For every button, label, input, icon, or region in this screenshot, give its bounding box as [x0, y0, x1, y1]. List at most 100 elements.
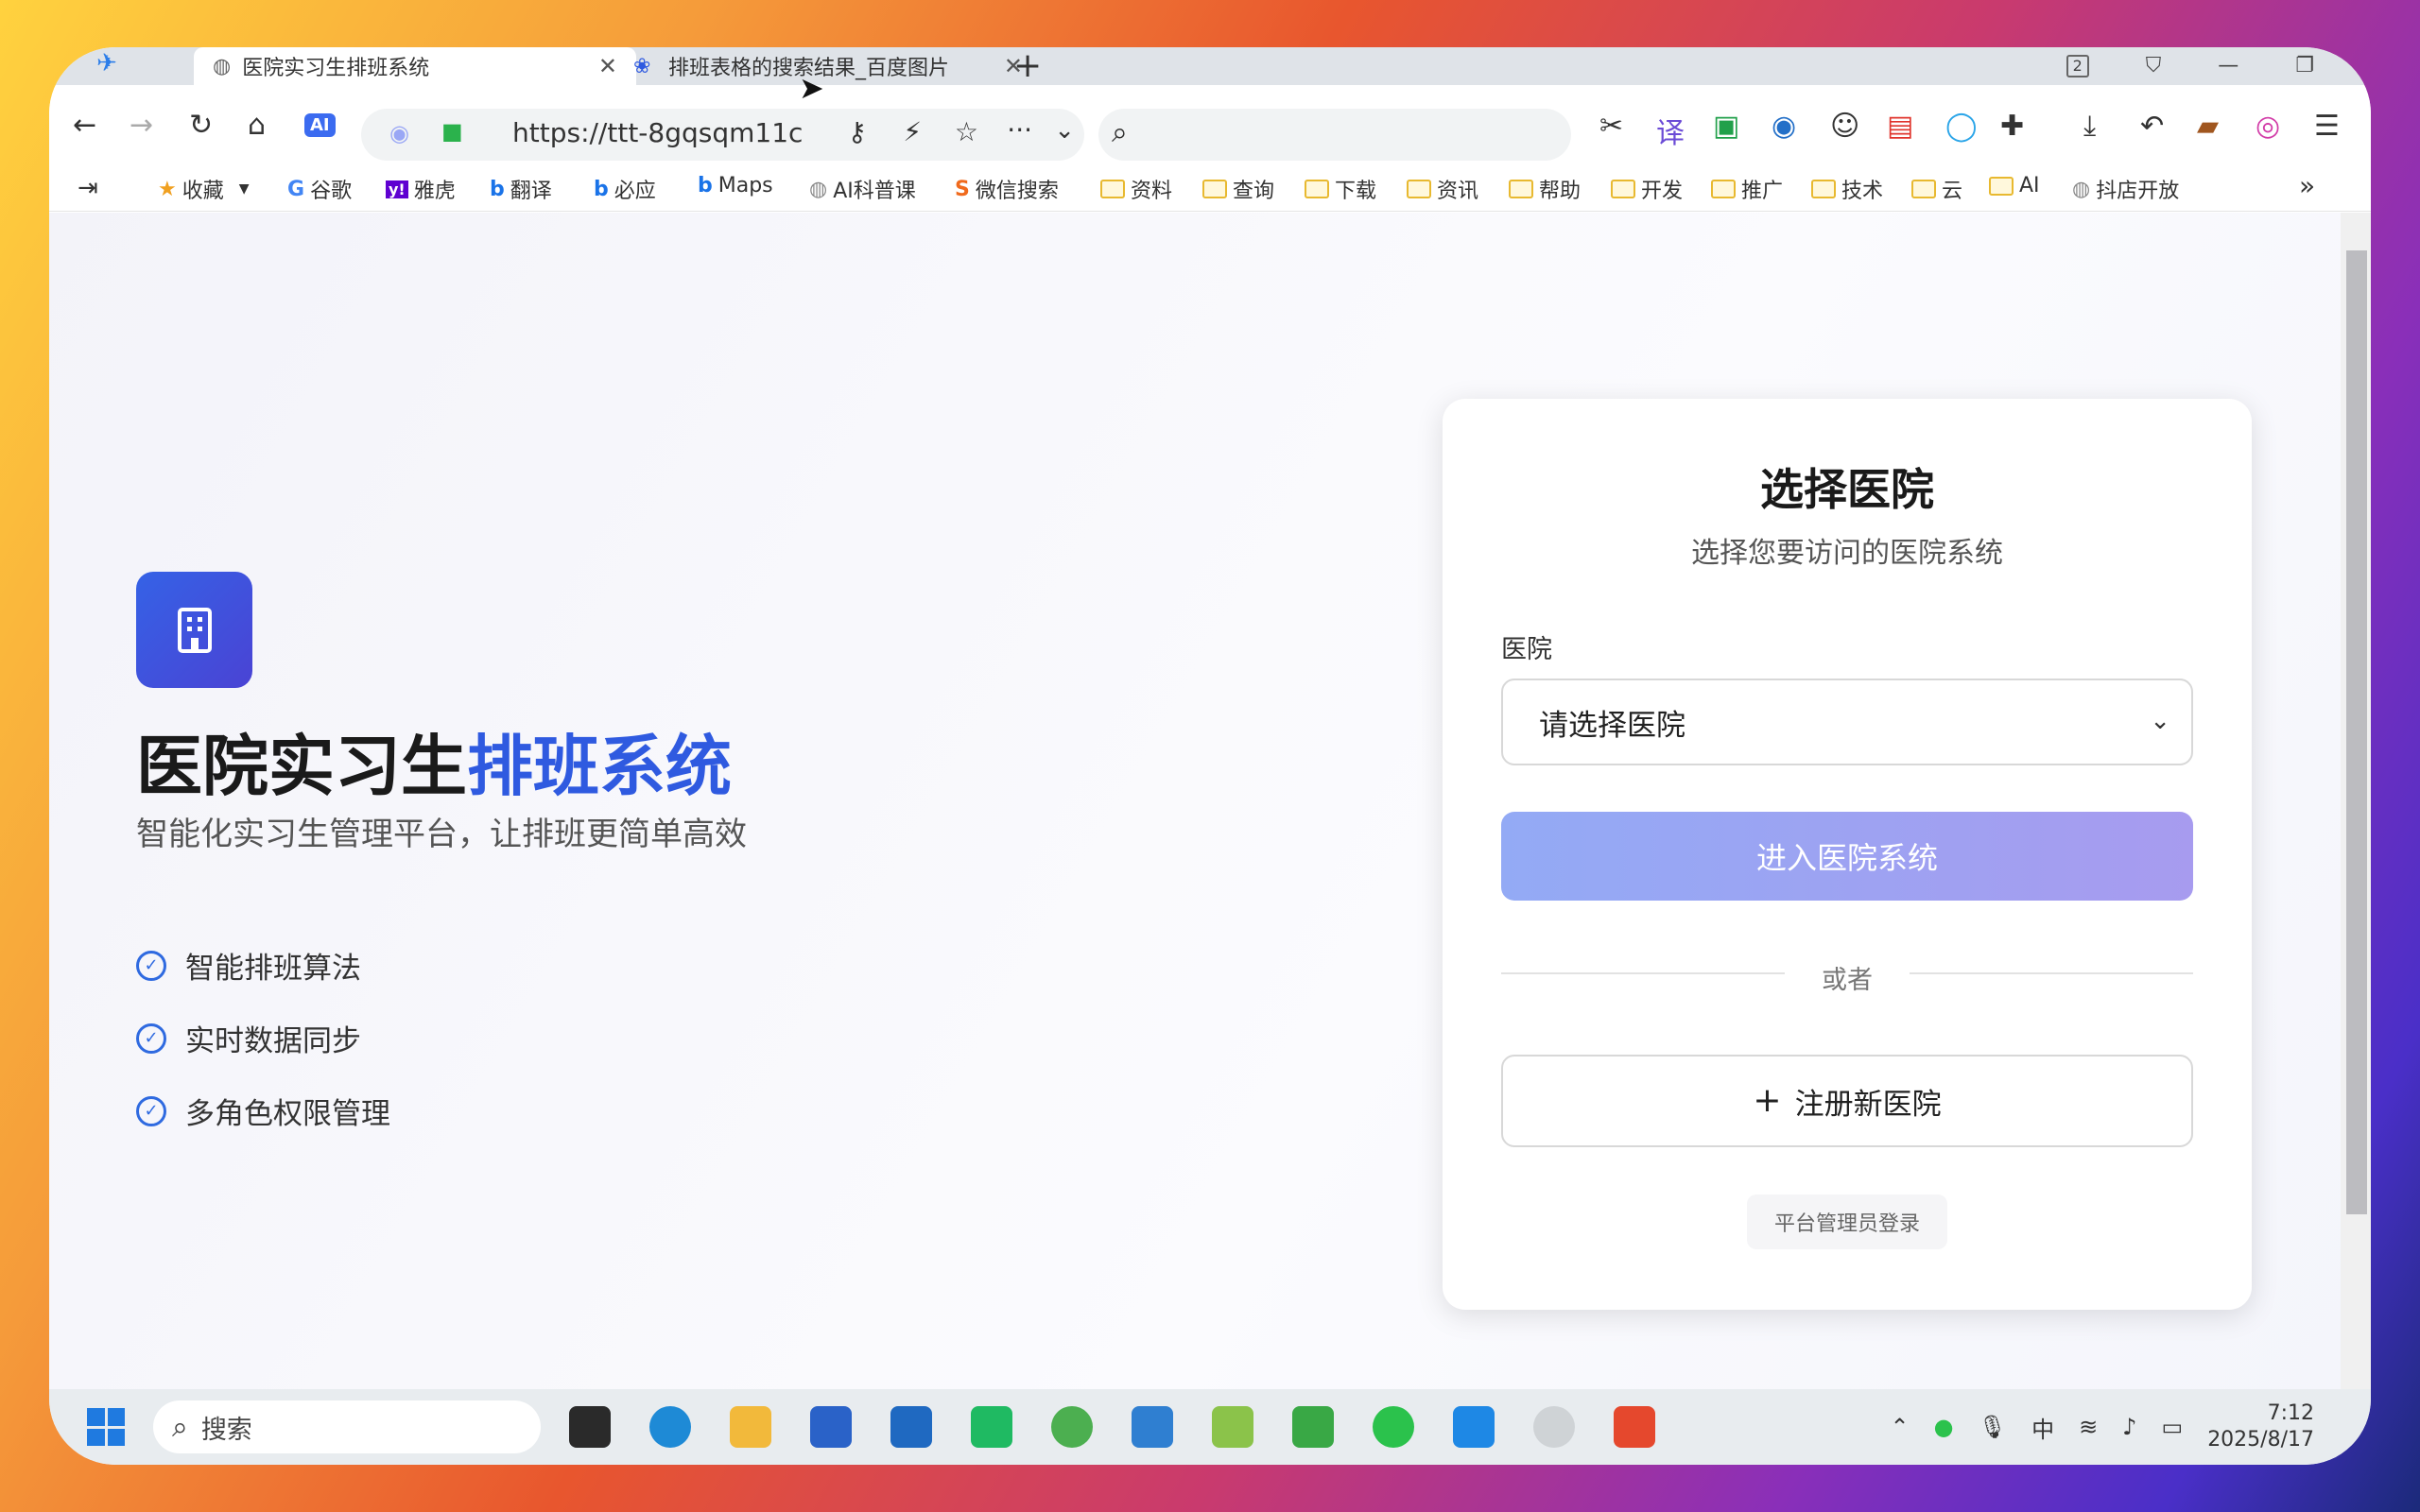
telegram-icon[interactable]: ✈ — [96, 49, 117, 77]
globe-ext-icon[interactable]: ◉ — [1772, 110, 1796, 143]
check-circle-icon: ✓ — [136, 1095, 166, 1126]
bookmark-label: 帮助 — [1539, 180, 1582, 203]
yahoo-icon: y! — [386, 180, 408, 198]
bookmark-folder[interactable]: 下载 — [1305, 174, 1376, 204]
windows-start-icon[interactable] — [87, 1408, 125, 1446]
new-tab-button[interactable]: + — [1013, 47, 1042, 85]
caret-down-icon[interactable]: ▼ — [239, 181, 250, 197]
bookmark-folder[interactable]: 推广 — [1711, 174, 1783, 204]
hospital-select[interactable]: 请选择医院 ⌄ — [1501, 679, 2193, 765]
shopping-icon[interactable] — [971, 1406, 1012, 1448]
sidebar-toggle-icon[interactable]: ⇥ — [78, 174, 98, 202]
browser-icon[interactable] — [1051, 1406, 1093, 1448]
image-ext-icon[interactable]: ▤ — [1887, 110, 1913, 143]
bookmarks-bar: ⇥ ★ 收藏 ▼ G 谷歌 y! 雅虎 b 翻译 b 必应 b Maps ◍ AI科普课 S 微信… — [49, 164, 2371, 212]
volume-icon[interactable]: ♪ — [2122, 1414, 2136, 1440]
card-subtitle: 选择您要访问的医院系统 — [1691, 537, 2003, 570]
enter-hospital-button[interactable]: 进入医院系统 — [1501, 812, 2193, 901]
wifi-icon[interactable]: ≋ — [2079, 1414, 2098, 1440]
paint-icon[interactable] — [1212, 1406, 1253, 1448]
bookmark-folder[interactable]: AI — [1989, 174, 2040, 198]
check-circle-icon: ✓ — [136, 1022, 166, 1054]
edge-icon[interactable] — [649, 1406, 691, 1448]
menu-icon[interactable]: ☰ — [2314, 110, 2340, 143]
tab-active[interactable]: ◍ 医院实习生排班系统 ✕ — [194, 47, 636, 85]
ai-icon[interactable]: AI — [304, 112, 336, 137]
search-icon: ⌕ — [1112, 116, 1128, 149]
ai-ext-icon[interactable]: ◎ — [2256, 110, 2280, 143]
scrollbar-thumb[interactable] — [2346, 250, 2367, 1214]
puzzle-icon[interactable]: ✚ — [2000, 110, 2024, 143]
bookmark-item[interactable]: ★ 收藏 ▼ — [158, 174, 250, 204]
notepad-icon[interactable] — [1132, 1406, 1173, 1448]
bookmark-item[interactable]: b Maps — [698, 174, 773, 198]
url-text[interactable]: https://ttt-8gqsqm11c — [512, 117, 803, 148]
bookmark-item[interactable]: ◍ 抖店开放 — [2072, 174, 2242, 204]
scissors-icon[interactable]: ✂ — [1599, 110, 1623, 143]
file-explorer-icon[interactable] — [730, 1406, 771, 1448]
feature-label: 智能排班算法 — [185, 952, 361, 986]
assistant-icon[interactable] — [1533, 1406, 1575, 1448]
bookmark-folder[interactable]: 查询 — [1202, 174, 1274, 204]
undo-icon[interactable]: ↶ — [2140, 110, 2164, 143]
bookmark-item[interactable]: ◍ AI科普课 — [809, 174, 916, 204]
close-icon[interactable]: ✕ — [598, 53, 617, 79]
task-view-icon[interactable] — [569, 1406, 611, 1448]
robot-icon[interactable]: ☺ — [1830, 110, 1859, 143]
scrollbar[interactable] — [2341, 213, 2371, 1389]
bookmark-folder[interactable]: 资讯 — [1407, 174, 1478, 204]
bookmark-folder[interactable]: 技术 — [1811, 174, 1883, 204]
battery-icon[interactable]: ▭ — [2162, 1414, 2184, 1440]
bookmark-folder[interactable]: 云 — [1911, 174, 1962, 204]
bookmark-item[interactable]: b 必应 — [594, 174, 656, 204]
browser-window: ✈ ◍ 医院实习生排班系统 ✕ ❀ 排班表格的搜索结果_百度图片 ✕ + 2 ⛉… — [49, 47, 2371, 1465]
tab-inactive[interactable]: ❀ 排班表格的搜索结果_百度图片 ✕ — [616, 47, 1042, 85]
circle-ext-icon[interactable]: ◯ — [1945, 110, 1978, 143]
store-icon[interactable] — [810, 1406, 852, 1448]
wechat-tray-icon[interactable]: ● — [1934, 1414, 1954, 1440]
reload-icon[interactable]: ↻ — [189, 109, 213, 142]
clock[interactable]: 7:12 2025/8/17 — [2207, 1400, 2314, 1453]
bookmark-label: 开发 — [1641, 180, 1684, 203]
ime-indicator[interactable]: 中 — [2031, 1411, 2054, 1444]
bookmark-item[interactable]: y! 雅虎 — [386, 174, 456, 204]
tab-count-badge[interactable]: 2 — [2066, 55, 2089, 77]
chevron-down-icon: ⌄ — [2150, 707, 2170, 735]
search-box[interactable]: ⌕ — [1098, 109, 1571, 161]
bookmark-item[interactable]: b 翻译 — [490, 174, 552, 204]
bookmark-folder[interactable]: 开发 — [1611, 174, 1683, 204]
bookmark-folder[interactable]: 帮助 — [1509, 174, 1581, 204]
shirt-icon[interactable]: ⛉ — [2146, 47, 2162, 85]
recorder-icon[interactable] — [1614, 1406, 1655, 1448]
forward-icon[interactable]: → — [130, 109, 153, 142]
minimize-icon[interactable]: — — [2218, 47, 2238, 85]
outlook-icon[interactable] — [890, 1406, 932, 1448]
wechat-icon[interactable] — [1373, 1406, 1414, 1448]
book-icon[interactable]: ▣ — [1713, 110, 1739, 143]
more-icon[interactable]: ··· — [1007, 114, 1032, 146]
bookmark-item[interactable]: S 微信搜索 — [955, 174, 1059, 204]
camtasia-icon[interactable] — [1292, 1406, 1334, 1448]
restore-icon[interactable]: ❐ — [2295, 47, 2314, 85]
lightning-icon[interactable]: ⚡ — [903, 116, 922, 147]
chevron-up-icon[interactable]: ⌃ — [1891, 1414, 1910, 1440]
translate-icon[interactable]: 译 — [1656, 110, 1685, 151]
chevron-down-icon[interactable]: ⌄ — [1054, 116, 1075, 145]
taskbar-search[interactable]: ⌕ 搜索 — [153, 1400, 541, 1453]
card-title: 选择医院 — [1760, 464, 1934, 515]
briefcase-icon[interactable]: ▰ — [2197, 110, 2219, 143]
download-icon[interactable]: ⤓ — [2083, 110, 2096, 143]
microphone-icon[interactable]: 🎙 — [1979, 1414, 2007, 1440]
back-icon[interactable]: ← — [73, 109, 96, 142]
key-icon[interactable]: ⚷ — [847, 116, 867, 147]
bookmark-item[interactable]: G 谷歌 — [287, 174, 352, 204]
bookmark-folder[interactable]: 资料 — [1100, 174, 1172, 204]
bing-icon: b — [490, 177, 505, 201]
more-bookmarks-icon[interactable]: » — [2299, 170, 2315, 201]
star-icon[interactable]: ☆ — [955, 116, 978, 147]
register-hospital-button[interactable]: + 注册新医院 — [1501, 1055, 2193, 1147]
bookmark-label: 翻译 — [510, 180, 552, 203]
vscode-icon[interactable] — [1453, 1406, 1495, 1448]
admin-login-link[interactable]: 平台管理员登录 — [1747, 1194, 1947, 1249]
home-icon[interactable]: ⌂ — [248, 109, 266, 142]
